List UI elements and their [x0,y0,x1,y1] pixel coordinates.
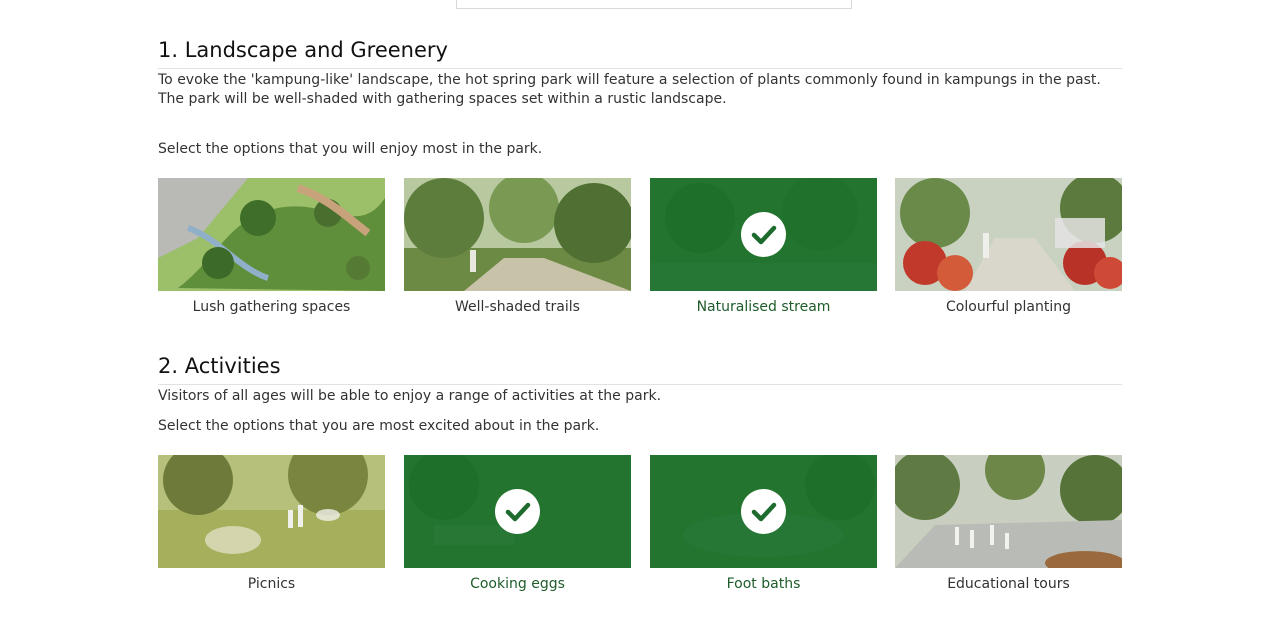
section-prompt: Select the options that you are most exc… [158,418,600,434]
option-image [650,455,877,568]
option-lush-gathering-spaces[interactable]: Lush gathering spaces [158,178,385,316]
checkmark-icon [741,212,786,257]
option-image [895,455,1122,568]
section-title: 1. Landscape and Greenery [158,36,1122,69]
checkmark-icon [741,489,786,534]
option-well-shaded-trails[interactable]: Well-shaded trails [404,178,631,316]
option-label: Cooking eggs [470,576,565,592]
section-description: Visitors of all ages will be able to enj… [158,388,662,404]
option-cooking-eggs[interactable]: Cooking eggs [404,455,631,593]
option-label: Colourful planting [946,299,1071,315]
option-label: Picnics [247,576,296,592]
option-image [404,455,631,568]
section-activities: 2. Activities Visitors of all ages will … [158,352,1122,436]
option-image [895,178,1122,291]
option-label: Lush gathering spaces [192,299,351,315]
option-colourful-planting[interactable]: Colourful planting [895,178,1122,316]
section-description: To evoke the 'kampung-like' landscape, t… [158,72,1101,88]
selected-overlay [650,455,877,568]
option-label: Foot baths [726,576,801,592]
top-input-box [456,0,852,9]
section-prompt: Select the options that you will enjoy m… [158,141,543,157]
option-foot-baths[interactable]: Foot baths [650,455,877,593]
option-picnics[interactable]: Picnics [158,455,385,593]
option-image [404,178,631,291]
checkmark-icon [495,489,540,534]
option-naturalised-stream[interactable]: Naturalised stream [650,178,877,316]
option-image [650,178,877,291]
section-landscape: 1. Landscape and Greenery To evoke the '… [158,36,1122,159]
option-label: Well-shaded trails [455,299,580,315]
option-label: Educational tours [947,576,1070,592]
option-image [158,178,385,291]
option-image [158,455,385,568]
section-description: The park will be well-shaded with gather… [158,91,727,107]
section-title: 2. Activities [158,352,1122,385]
selected-overlay [650,178,877,291]
option-label: Naturalised stream [696,299,831,315]
selected-overlay [404,455,631,568]
option-educational-tours[interactable]: Educational tours [895,455,1122,593]
